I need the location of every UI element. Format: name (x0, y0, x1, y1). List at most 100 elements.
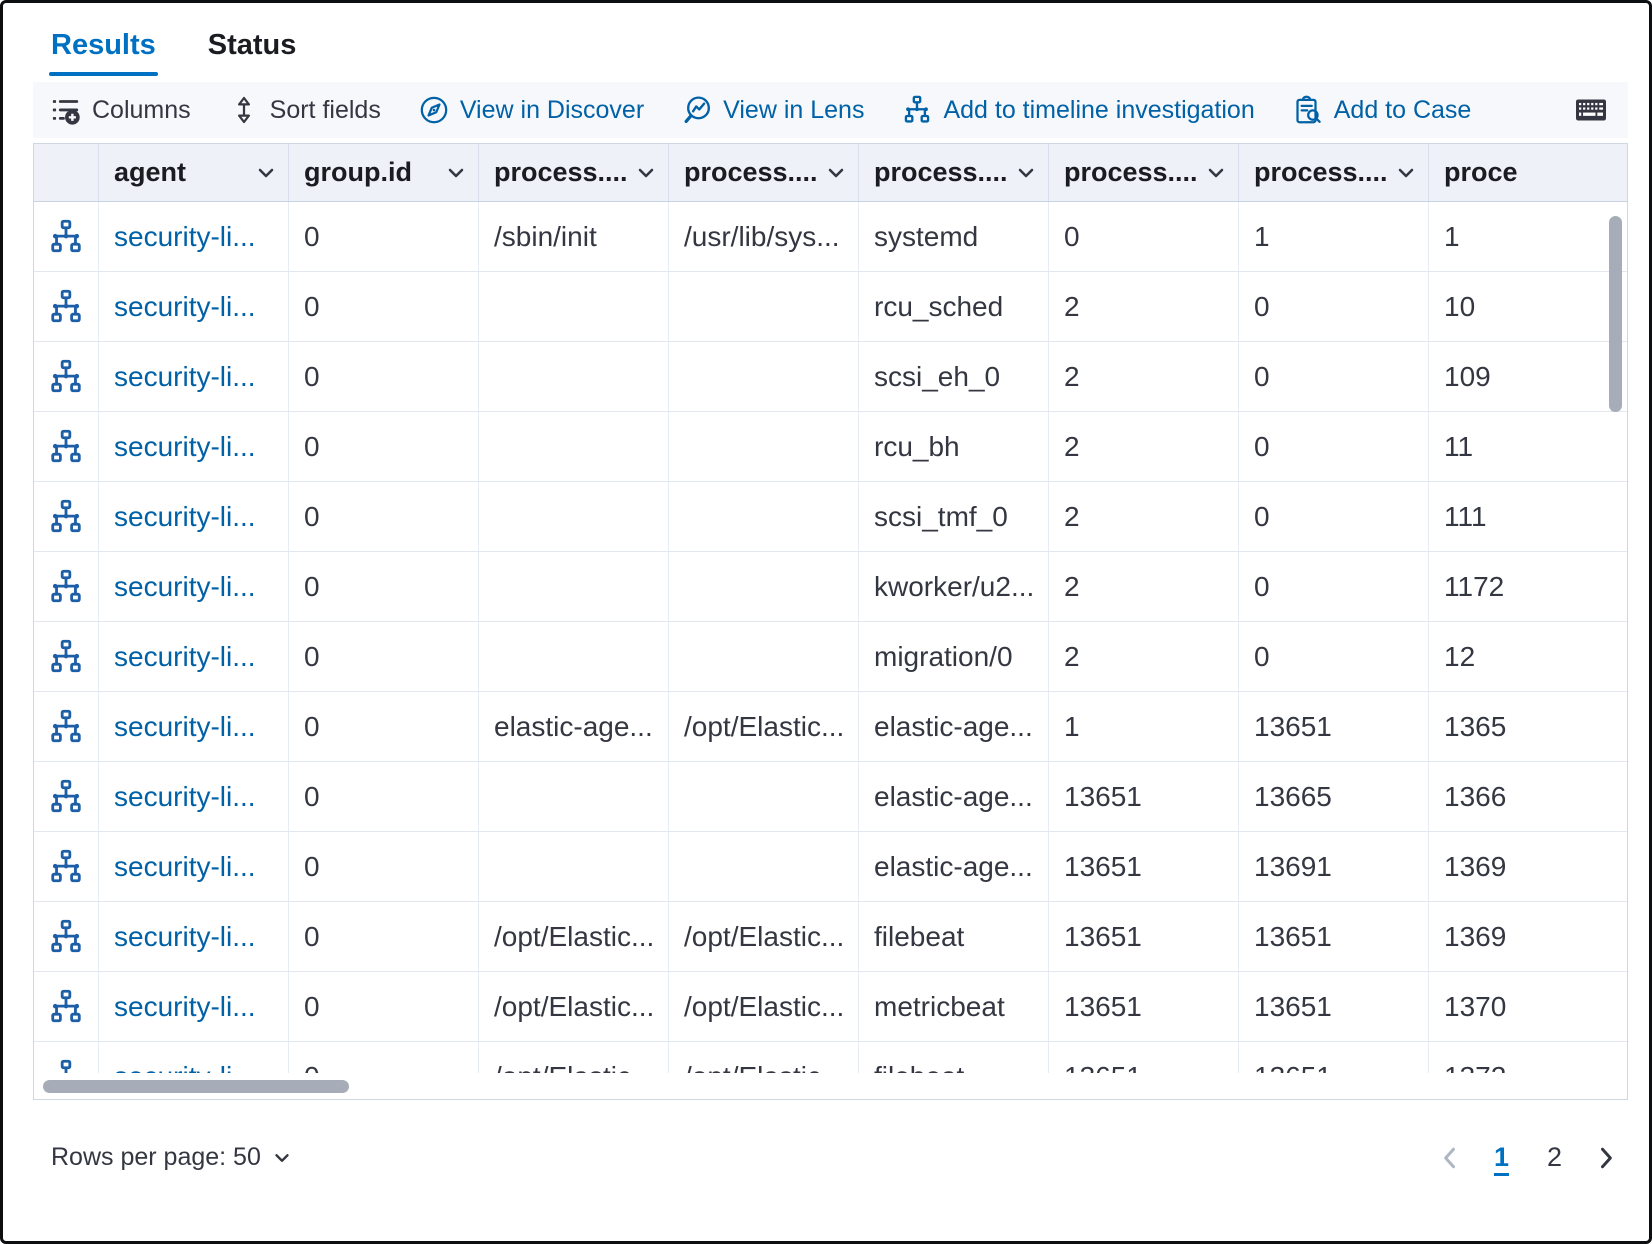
tab-results[interactable]: Results (49, 25, 158, 82)
table-cell: 2 (1049, 342, 1239, 411)
table-cell: security-li... (99, 552, 289, 621)
table-cell: 0 (289, 412, 479, 481)
page-button-2[interactable]: 2 (1535, 1136, 1574, 1179)
table-cell: 109 (1429, 342, 1628, 411)
table-cell: 13651 (1049, 972, 1239, 1041)
analyzer-tree-icon (48, 779, 84, 815)
rows-per-page-label: Rows per page: 50 (51, 1143, 261, 1172)
table-cell: 2 (1049, 482, 1239, 551)
column-header-agent-0[interactable]: agent (99, 144, 289, 201)
analyzer-tree-icon (48, 569, 84, 605)
analyze-event-button[interactable] (48, 429, 84, 465)
table-cell: 0 (289, 482, 479, 551)
agent-link[interactable]: security-li... (114, 641, 256, 673)
grid-header-control-cell (34, 144, 99, 201)
agent-link[interactable]: security-li... (114, 291, 256, 323)
toolbar-button-label: Sort fields (270, 96, 381, 125)
agent-link[interactable]: security-li... (114, 781, 256, 813)
table-row: security-li...0kworker/u2...201172 (34, 552, 1627, 622)
toolbar-button-label: Add to Case (1334, 96, 1472, 125)
agent-link[interactable]: security-li... (114, 921, 256, 953)
table-cell (669, 622, 859, 691)
table-cell: 10 (1429, 272, 1628, 341)
table-cell: security-li... (99, 482, 289, 551)
table-cell: 111 (1429, 482, 1628, 551)
table-cell: scsi_tmf_0 (859, 482, 1049, 551)
table-cell: /opt/Elastic... (669, 972, 859, 1041)
column-header-process-6[interactable]: process.... (1239, 144, 1429, 201)
analyze-event-button[interactable] (48, 919, 84, 955)
column-header-process-5[interactable]: process.... (1049, 144, 1239, 201)
analyze-event-button[interactable] (48, 709, 84, 745)
results-panel: Results Status Columns Sort fields View in… (0, 0, 1652, 1244)
table-row: security-li...0elastic-age...13651136911… (34, 832, 1627, 902)
previous-page-button[interactable] (1432, 1140, 1468, 1176)
chevron-left-icon (1436, 1144, 1464, 1172)
column-menu-button[interactable] (1394, 161, 1418, 185)
horizontal-scrollbar[interactable] (43, 1080, 349, 1093)
column-header-group-id-1[interactable]: group.id (289, 144, 479, 201)
table-cell: 13651 (1049, 832, 1239, 901)
table-row: security-li...0elastic-age.../opt/Elasti… (34, 692, 1627, 762)
column-header-process-3[interactable]: process.... (669, 144, 859, 201)
column-header-label: process.... (1254, 157, 1388, 188)
table-cell: 13651 (1239, 692, 1429, 761)
table-cell: 0 (289, 972, 479, 1041)
agent-link[interactable]: security-li... (114, 571, 256, 603)
analyze-event-button[interactable] (48, 359, 84, 395)
analyze-event-button[interactable] (48, 639, 84, 675)
tab-results-label: Results (51, 29, 156, 61)
keyboard-shortcuts-button[interactable] (1576, 95, 1606, 125)
column-header-proce-7[interactable]: proce (1429, 144, 1628, 201)
column-menu-button[interactable] (1014, 161, 1038, 185)
agent-link[interactable]: security-li... (114, 851, 256, 883)
table-cell: security-li... (99, 762, 289, 831)
column-menu-button[interactable] (1204, 161, 1228, 185)
column-header-process-2[interactable]: process.... (479, 144, 669, 201)
column-menu-button[interactable] (444, 161, 468, 185)
agent-link[interactable]: security-li... (114, 711, 256, 743)
table-cell: systemd (859, 202, 1049, 271)
table-cell: 0 (289, 832, 479, 901)
row-control-cell (34, 972, 99, 1041)
table-cell: security-li... (99, 972, 289, 1041)
column-menu-button[interactable] (824, 161, 848, 185)
analyze-event-button[interactable] (48, 499, 84, 535)
table-row: security-li...0/sbin/init/usr/lib/sys...… (34, 202, 1627, 272)
analyze-event-button[interactable] (48, 289, 84, 325)
next-page-button[interactable] (1588, 1140, 1624, 1176)
toolbar-button-label: View in Discover (460, 96, 644, 125)
toolbar-button-sort-fields[interactable]: Sort fields (229, 95, 381, 125)
agent-link[interactable]: security-li... (114, 991, 256, 1023)
sort-fields-icon (229, 95, 259, 125)
table-cell (669, 552, 859, 621)
agent-link[interactable]: security-li... (114, 501, 256, 533)
table-cell: 0 (1049, 202, 1239, 271)
analyze-event-button[interactable] (48, 849, 84, 885)
table-cell (479, 342, 669, 411)
table-cell (669, 342, 859, 411)
column-header-label: process.... (1064, 157, 1198, 188)
table-cell: elastic-age... (859, 692, 1049, 761)
analyze-event-button[interactable] (48, 779, 84, 815)
column-menu-button[interactable] (634, 161, 658, 185)
column-menu-button[interactable] (254, 161, 278, 185)
analyze-event-button[interactable] (48, 989, 84, 1025)
toolbar-button-view-in-discover[interactable]: View in Discover (419, 95, 644, 125)
analyze-event-button[interactable] (48, 569, 84, 605)
agent-link[interactable]: security-li... (114, 221, 256, 253)
toolbar-button-columns[interactable]: Columns (51, 95, 191, 125)
agent-link[interactable]: security-li... (114, 361, 256, 393)
tab-status[interactable]: Status (206, 25, 299, 82)
toolbar-button-add-to-timeline-investigation[interactable]: Add to timeline investigation (902, 95, 1254, 125)
analyze-event-button[interactable] (48, 219, 84, 255)
agent-link[interactable]: security-li... (114, 431, 256, 463)
vertical-scrollbar[interactable] (1609, 216, 1622, 412)
toolbar-button-add-to-case[interactable]: Add to Case (1293, 95, 1472, 125)
row-control-cell (34, 482, 99, 551)
column-header-process-4[interactable]: process.... (859, 144, 1049, 201)
toolbar-button-view-in-lens[interactable]: View in Lens (682, 95, 864, 125)
chevron-right-icon (1592, 1144, 1620, 1172)
rows-per-page-button[interactable]: Rows per page: 50 (51, 1143, 293, 1172)
page-button-1[interactable]: 1 (1482, 1136, 1521, 1179)
